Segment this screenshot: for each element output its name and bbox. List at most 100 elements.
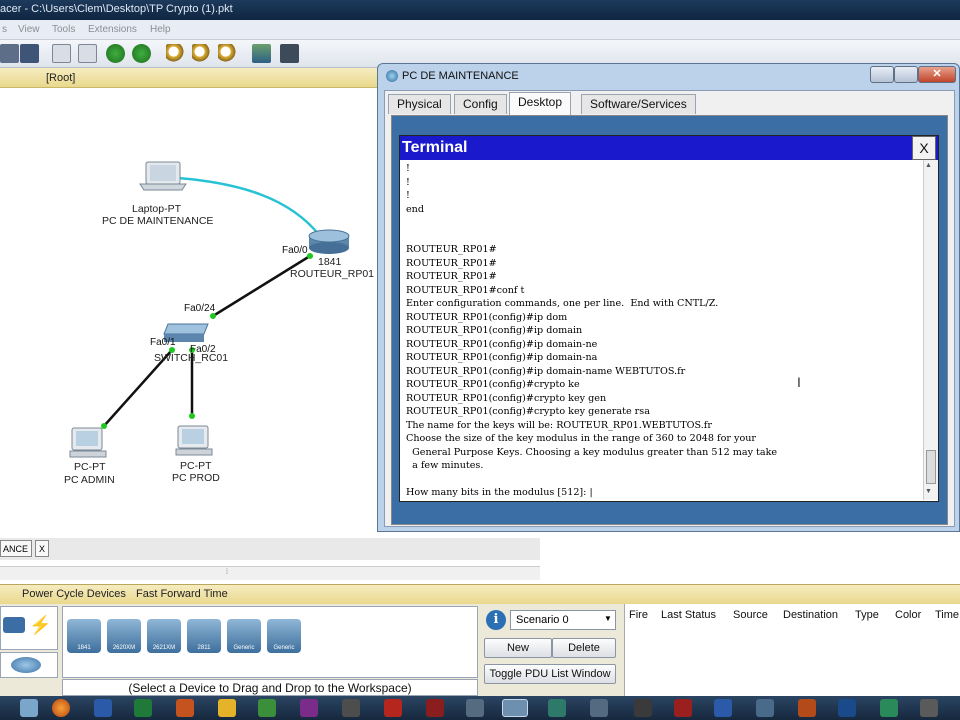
terminal-close-button[interactable]: X	[912, 136, 936, 160]
redo-icon[interactable]	[132, 44, 151, 63]
print-icon[interactable]	[20, 44, 39, 63]
app-icon[interactable]	[838, 699, 856, 717]
scenario-select[interactable]: Scenario 0	[510, 610, 616, 630]
excel-icon[interactable]	[134, 699, 152, 717]
app-icon[interactable]	[756, 699, 774, 717]
pdu-col-time[interactable]: Time	[935, 609, 959, 621]
router-model-label: 1841	[77, 645, 91, 651]
word-icon[interactable]	[94, 699, 112, 717]
router-model-label: Generic	[273, 645, 295, 651]
pc-admin-type-label: PC-PT	[74, 461, 106, 473]
acrobat-icon[interactable]	[384, 699, 402, 717]
powerpoint-icon[interactable]	[176, 699, 194, 717]
firefox-icon[interactable]	[52, 699, 70, 717]
cloud-category-icon[interactable]	[11, 657, 41, 673]
maximize-button[interactable]	[894, 66, 918, 83]
root-label[interactable]: [Root]	[46, 72, 75, 84]
workspace-tab-strip: ANCE X	[0, 538, 540, 560]
paste-icon[interactable]	[78, 44, 97, 63]
word-icon[interactable]	[714, 699, 732, 717]
cable-router-switch	[212, 254, 311, 318]
terminal-line: !	[406, 163, 410, 174]
menu-item-help[interactable]: Help	[150, 24, 171, 35]
power-cycle-devices-button[interactable]: Power Cycle Devices	[22, 588, 126, 600]
logical-workspace[interactable]: Laptop-PT PC DE MAINTENANCE Fa0/0 1841 R…	[0, 88, 378, 538]
zoom-reset-icon[interactable]	[192, 44, 211, 63]
terminal-line: !	[406, 176, 410, 188]
new-scenario-button[interactable]: New	[484, 638, 552, 658]
pc-admin-name-label: PC ADMIN	[64, 474, 115, 486]
app-icon[interactable]	[548, 699, 566, 717]
tab-desktop[interactable]: Desktop	[509, 92, 572, 115]
folder-icon[interactable]	[218, 699, 236, 717]
app-icon[interactable]	[634, 699, 652, 717]
zoom-out-icon[interactable]	[218, 44, 237, 63]
terminal-line: General Purpose Keys. Choosing a key mod…	[406, 446, 778, 458]
terminal-output[interactable]: !!! end ROUTEUR_RP01# ROUTEUR_RP01# ROUTEUR…	[406, 162, 918, 500]
tab-config[interactable]: Config	[454, 94, 507, 114]
app-icon[interactable]	[342, 699, 360, 717]
terminal-title-bar: Terminal X	[400, 136, 938, 160]
explorer-icon[interactable]	[20, 699, 38, 717]
terminal-line: The name for the keys will be: ROUTEUR_R…	[406, 419, 712, 431]
link-light	[101, 423, 107, 429]
switch-uplink-port-label: Fa0/24	[184, 303, 216, 314]
horizontal-scrollbar[interactable]: ⁞	[0, 566, 540, 580]
menu-item-extensions[interactable]: Extensions	[88, 24, 137, 35]
close-window-button[interactable]: ✕	[918, 66, 956, 83]
tab-physical[interactable]: Physical	[388, 94, 451, 114]
app-icon[interactable]	[798, 699, 816, 717]
app-icon[interactable]	[590, 699, 608, 717]
toggle-pdu-list-button[interactable]: Toggle PDU List Window	[484, 664, 616, 684]
custom-device-icon[interactable]	[280, 44, 299, 63]
copy-icon[interactable]	[52, 44, 71, 63]
onenote-icon[interactable]	[300, 699, 318, 717]
pdu-col-source[interactable]: Source	[733, 609, 768, 621]
pdu-col-destination[interactable]: Destination	[783, 609, 838, 621]
terminal-line: ROUTEUR_RP01#	[406, 257, 497, 269]
undo-icon[interactable]	[106, 44, 125, 63]
pdu-col-fire[interactable]: Fire	[629, 609, 648, 621]
save-icon[interactable]	[0, 44, 19, 63]
pc-prod-name-label: PC PROD	[172, 472, 220, 484]
pdu-col-type[interactable]: Type	[855, 609, 879, 621]
publisher-icon[interactable]	[258, 699, 276, 717]
pdu-col-last-status[interactable]: Last Status	[661, 609, 716, 621]
pdu-col-color[interactable]: Color	[895, 609, 921, 621]
app-title-bar: acer - C:\Users\Clem\Desktop\TP Crypto (…	[0, 0, 960, 20]
terminal-scrollbar[interactable]: ▲ ▼	[923, 160, 938, 500]
terminal-line: end	[406, 203, 424, 215]
info-icon: i	[486, 610, 506, 630]
delete-scenario-button[interactable]: Delete	[552, 638, 616, 658]
close-tab-button[interactable]: X	[35, 540, 49, 557]
menu-item-tools[interactable]: Tools	[52, 24, 75, 35]
zoom-in-icon[interactable]	[166, 44, 185, 63]
app-icon[interactable]	[426, 699, 444, 717]
wireless-category-icon[interactable]	[3, 617, 25, 633]
terminal-line: ROUTEUR_RP01(config)#ip domain-ne	[406, 338, 598, 350]
device-subcategory-box[interactable]	[0, 652, 58, 678]
device-category-box[interactable]: ⚡	[0, 606, 58, 650]
router-model-label: 2811	[197, 645, 211, 651]
palette-icon[interactable]	[252, 44, 271, 63]
app-icon[interactable]	[674, 699, 692, 717]
menu-item[interactable]: s	[2, 24, 7, 35]
terminal-line: Choose the size of the key modulus in th…	[406, 433, 756, 444]
app-icon[interactable]	[920, 699, 938, 717]
app-icon[interactable]	[466, 699, 484, 717]
packet-tracer-taskbar-icon[interactable]	[502, 699, 528, 717]
fast-forward-time-button[interactable]: Fast Forward Time	[136, 588, 228, 600]
scrollbar-thumb[interactable]	[926, 450, 936, 484]
terminal-line: ROUTEUR_RP01(config)#crypto key gen	[406, 392, 607, 404]
minimize-button[interactable]	[870, 66, 894, 83]
chevron-down-icon[interactable]: ▼	[604, 614, 612, 623]
terminal-line: ROUTEUR_RP01(config)#ip domain-na	[406, 352, 598, 363]
tab-software-services[interactable]: Software/Services	[581, 94, 696, 114]
connections-category-icon[interactable]: ⚡	[29, 615, 51, 636]
switch-port1-label: Fa0/1	[150, 337, 176, 348]
menu-item-view[interactable]: View	[18, 24, 40, 35]
pc-window-tab[interactable]: ANCE	[0, 540, 32, 557]
app-icon[interactable]	[880, 699, 898, 717]
packet-tracer-icon	[386, 70, 398, 82]
